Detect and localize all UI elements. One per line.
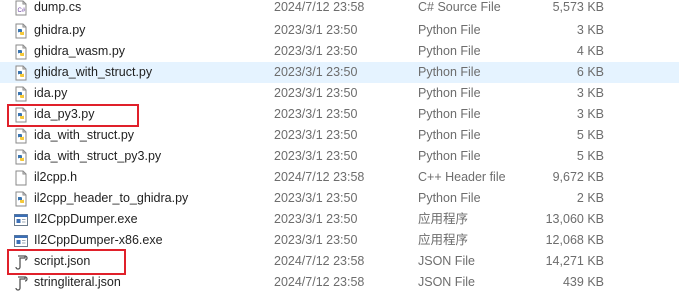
file-date: 2023/3/1 23:50 [274,65,358,79]
file-row-dump-cs[interactable]: C# dump.cs 2024/7/12 23:58 C# Source Fil… [0,0,679,18]
python-file-icon [13,86,29,102]
file-size: 2 KB [576,191,604,205]
file-date: 2023/3/1 23:50 [274,212,358,226]
file-size: 12,068 KB [545,233,604,247]
file-size: 6 KB [576,65,604,79]
file-date: 2023/3/1 23:50 [274,86,358,100]
file-size: 4 KB [576,44,604,58]
file-type: C++ Header file [418,170,506,184]
file-row-il2cpp-header-to-ghidra-py[interactable]: il2cpp_header_to_ghidra.py 2023/3/1 23:5… [0,188,679,209]
file-size: 14,271 KB [545,254,604,268]
file-size: 13,060 KB [545,212,604,226]
file-size: 9,672 KB [552,170,604,184]
file-type: 应用程序 [418,212,469,226]
file-name: ida.py [34,86,68,100]
svg-text:C#: C# [18,8,26,14]
file-size: 3 KB [576,107,604,121]
file-date: 2023/3/1 23:50 [274,107,358,121]
python-file-icon [13,149,29,165]
file-size: 5 KB [576,128,604,142]
file-size: 439 KB [562,275,604,289]
file-row-il2cppdumper-x86-exe[interactable]: Il2CppDumper-x86.exe 2023/3/1 23:50 应用程序… [0,230,679,251]
file-size: 3 KB [576,86,604,100]
python-file-icon [13,23,29,39]
python-file-icon [13,191,29,207]
file-name: il2cpp.h [34,170,78,184]
file-name: script.json [34,254,91,268]
json-file-icon [13,275,29,291]
file-date: 2024/7/12 23:58 [274,275,365,289]
file-list: C# dump.cs 2024/7/12 23:58 C# Source Fil… [0,0,679,302]
file-date: 2023/3/1 23:50 [274,191,358,205]
file-row-il2cpp-h[interactable]: il2cpp.h 2024/7/12 23:58 C++ Header file… [0,167,679,188]
file-size: 5,573 KB [552,0,604,14]
file-date: 2024/7/12 23:58 [274,254,365,268]
file-type: C# Source File [418,0,501,14]
file-type: JSON File [418,254,475,268]
exe-file-icon [13,233,29,249]
python-file-icon [13,128,29,144]
file-type: Python File [418,44,481,58]
file-type: Python File [418,86,481,100]
python-file-icon [13,65,29,81]
file-row-ida-with-struct-py3-py[interactable]: ida_with_struct_py3.py 2023/3/1 23:50 Py… [0,146,679,167]
file-name: ida_with_struct.py [34,128,135,142]
file-name: Il2CppDumper-x86.exe [34,233,163,247]
json-file-icon [13,254,29,270]
file-name: ida_with_struct_py3.py [34,149,162,163]
file-name: dump.cs [34,0,82,14]
file-row-ghidra-wasm-py[interactable]: ghidra_wasm.py 2023/3/1 23:50 Python Fil… [0,41,679,62]
file-type: JSON File [418,275,475,289]
header-file-icon [13,170,29,186]
file-row-ida-py3-py[interactable]: ida_py3.py 2023/3/1 23:50 Python File 3 … [0,104,679,125]
file-size: 3 KB [576,23,604,37]
file-type: Python File [418,191,481,205]
file-row-stringliteral-json[interactable]: stringliteral.json 2024/7/12 23:58 JSON … [0,272,679,293]
file-type: Python File [418,149,481,163]
file-name: ghidra_wasm.py [34,44,126,58]
file-size: 5 KB [576,149,604,163]
file-name: stringliteral.json [34,275,121,289]
python-file-icon [13,44,29,60]
file-name: ghidra.py [34,23,86,37]
file-type: Python File [418,128,481,142]
file-name: ida_py3.py [34,107,95,121]
file-date: 2024/7/12 23:58 [274,0,365,14]
file-name: il2cpp_header_to_ghidra.py [34,191,189,205]
file-name: ghidra_with_struct.py [34,65,153,79]
file-date: 2023/3/1 23:50 [274,23,358,37]
file-row-ida-with-struct-py[interactable]: ida_with_struct.py 2023/3/1 23:50 Python… [0,125,679,146]
file-row-script-json[interactable]: script.json 2024/7/12 23:58 JSON File 14… [0,251,679,272]
file-type: Python File [418,65,481,79]
file-name: Il2CppDumper.exe [34,212,138,226]
file-row-ida-py[interactable]: ida.py 2023/3/1 23:50 Python File 3 KB [0,83,679,104]
file-date: 2023/3/1 23:50 [274,44,358,58]
file-date: 2023/3/1 23:50 [274,233,358,247]
csharp-file-icon: C# [13,0,29,16]
file-row-il2cppdumper-exe[interactable]: Il2CppDumper.exe 2023/3/1 23:50 应用程序 13,… [0,209,679,230]
python-file-icon [13,107,29,123]
exe-file-icon [13,212,29,228]
file-row-ghidra-py[interactable]: ghidra.py 2023/3/1 23:50 Python File 3 K… [0,20,679,41]
file-date: 2023/3/1 23:50 [274,128,358,142]
file-date: 2024/7/12 23:58 [274,170,365,184]
file-type: 应用程序 [418,233,469,247]
file-row-ghidra-with-struct-py[interactable]: ghidra_with_struct.py 2023/3/1 23:50 Pyt… [0,62,679,83]
file-type: Python File [418,107,481,121]
file-date: 2023/3/1 23:50 [274,149,358,163]
file-type: Python File [418,23,481,37]
